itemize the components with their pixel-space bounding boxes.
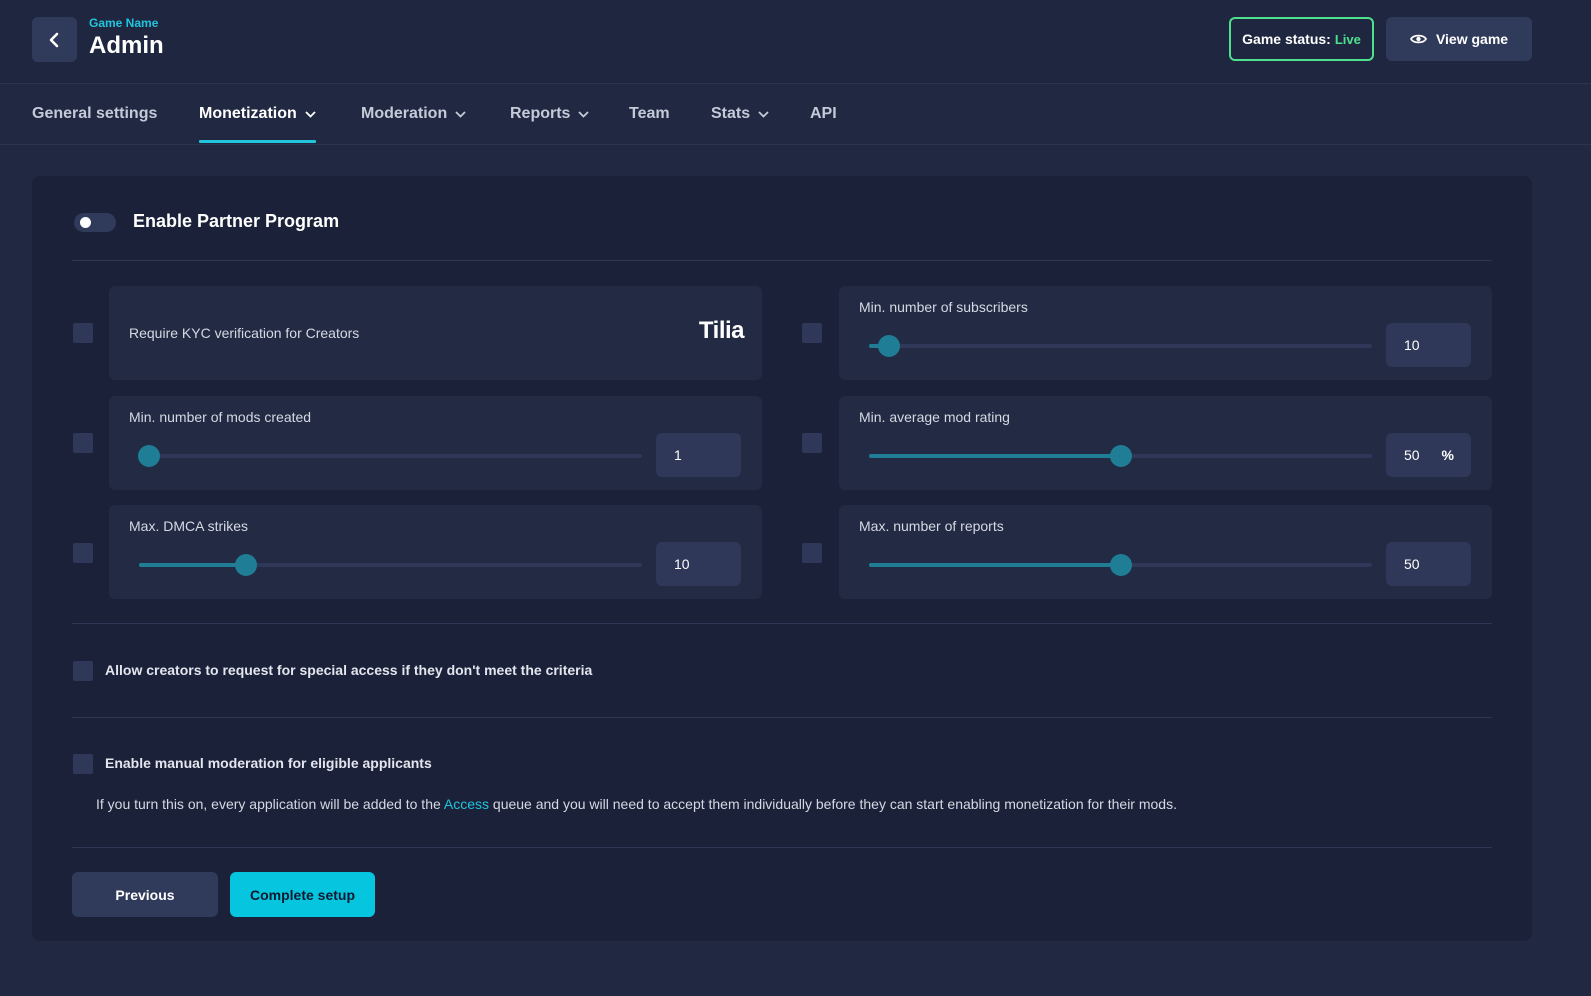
dmca-input[interactable]: 10 — [656, 542, 741, 586]
tab-label: API — [810, 105, 837, 122]
reports-label: Max. number of reports — [859, 518, 1004, 534]
mods-created-checkbox[interactable] — [73, 433, 93, 453]
subscribers-checkbox[interactable] — [802, 323, 822, 343]
page-title: Admin — [89, 32, 164, 59]
reports-panel: Max. number of reports 50 — [839, 505, 1492, 599]
reports-slider[interactable] — [869, 554, 1372, 576]
slider-thumb[interactable] — [1110, 554, 1132, 576]
tab-moderation[interactable]: Moderation — [361, 85, 466, 143]
mod-rating-slider[interactable] — [869, 445, 1372, 467]
reports-checkbox[interactable] — [802, 543, 822, 563]
previous-button[interactable]: Previous — [72, 872, 218, 917]
chevron-down-icon — [455, 110, 466, 118]
tab-general-settings[interactable]: General settings — [32, 85, 157, 143]
game-status-button[interactable]: Game status: Live — [1229, 17, 1374, 61]
mod-rating-label: Min. average mod rating — [859, 409, 1010, 425]
mods-created-label: Min. number of mods created — [129, 409, 312, 425]
tilia-logo: Tilia — [698, 317, 745, 344]
subscribers-slider[interactable] — [869, 335, 1372, 357]
subscribers-label: Min. number of subscribers — [859, 299, 1028, 315]
reports-input[interactable]: 50 — [1386, 542, 1471, 586]
slider-thumb[interactable] — [1110, 445, 1132, 467]
tab-team[interactable]: Team — [629, 85, 670, 143]
nav-tabs: General settings Monetization Moderation… — [0, 85, 1591, 145]
subscribers-value: 10 — [1404, 337, 1420, 353]
dmca-checkbox[interactable] — [73, 543, 93, 563]
kyc-panel: Require KYC verification for Creators Ti… — [109, 286, 762, 380]
mod-rating-input[interactable]: 50 % — [1386, 433, 1471, 477]
complete-setup-label: Complete setup — [249, 886, 355, 903]
tab-label: Monetization — [199, 105, 297, 122]
divider — [72, 717, 1492, 718]
tab-label: Stats — [711, 105, 751, 122]
percent-unit: % — [1441, 447, 1454, 463]
tab-label: General settings — [32, 105, 158, 122]
kyc-label: Require KYC verification for Creators — [129, 325, 360, 341]
slider-thumb[interactable] — [138, 445, 160, 467]
partner-program-toggle[interactable] — [74, 213, 116, 232]
dmca-slider[interactable] — [139, 554, 642, 576]
mod-rating-value: 50 — [1404, 447, 1420, 463]
mods-created-slider[interactable] — [138, 445, 642, 467]
help-text-after: queue and you will need to accept them i… — [489, 796, 1177, 812]
chevron-down-icon — [758, 110, 769, 118]
game-name: Game Name — [89, 16, 159, 30]
tab-reports[interactable]: Reports — [510, 85, 590, 143]
reports-value: 50 — [1404, 556, 1420, 572]
toggle-knob — [80, 217, 91, 228]
slider-fill — [869, 563, 1121, 567]
tab-label: Moderation — [361, 105, 448, 122]
subscribers-panel: Min. number of subscribers 10 — [839, 286, 1492, 380]
dmca-label: Max. DMCA strikes — [129, 518, 249, 534]
mod-rating-panel: Min. average mod rating 50 % — [839, 396, 1492, 490]
slider-fill — [869, 454, 1121, 458]
eye-icon — [1409, 34, 1427, 44]
tab-stats[interactable]: Stats — [711, 85, 769, 143]
divider — [72, 260, 1492, 261]
view-game-button[interactable]: View game — [1386, 17, 1532, 61]
mods-created-panel: Min. number of mods created 1 — [109, 396, 762, 490]
manual-moderation-help: If you turn this on, every application w… — [96, 796, 1177, 812]
divider — [72, 623, 1492, 624]
monetization-card: Enable Partner Program Require KYC verif… — [32, 176, 1532, 941]
game-status-value: Live — [1334, 31, 1361, 47]
mods-created-input[interactable]: 1 — [656, 433, 741, 477]
top-header: Game Name Admin Game status: Live View g… — [0, 0, 1591, 84]
special-access-checkbox[interactable] — [73, 661, 93, 681]
divider — [72, 847, 1492, 848]
special-access-label: Allow creators to request for special ac… — [105, 662, 593, 678]
tab-monetization[interactable]: Monetization — [199, 85, 316, 143]
help-text-before: If you turn this on, every application w… — [96, 796, 444, 812]
slider-thumb[interactable] — [235, 554, 257, 576]
mods-created-value: 1 — [674, 447, 682, 463]
complete-setup-button[interactable]: Complete setup — [230, 872, 375, 917]
partner-program-label: Enable Partner Program — [133, 211, 340, 231]
manual-moderation-label: Enable manual moderation for eligible ap… — [105, 755, 432, 771]
chevron-left-icon — [49, 32, 58, 47]
view-game-label: View game — [1435, 31, 1509, 47]
mod-rating-checkbox[interactable] — [802, 433, 822, 453]
game-status-label: Game status: — [1242, 31, 1331, 47]
slider-thumb[interactable] — [878, 335, 900, 357]
tab-api[interactable]: API — [810, 85, 837, 143]
slider-fill — [139, 563, 246, 567]
back-button[interactable] — [32, 17, 77, 62]
access-link[interactable]: Access — [444, 796, 489, 812]
chevron-down-icon — [305, 110, 316, 118]
previous-label: Previous — [115, 886, 175, 903]
manual-moderation-checkbox[interactable] — [73, 754, 93, 774]
subscribers-input[interactable]: 10 — [1386, 323, 1471, 367]
kyc-checkbox[interactable] — [73, 323, 93, 343]
tab-label: Reports — [510, 105, 571, 122]
tab-label: Team — [629, 105, 670, 122]
dmca-value: 10 — [674, 556, 690, 572]
chevron-down-icon — [578, 110, 590, 118]
dmca-panel: Max. DMCA strikes 10 — [109, 505, 762, 599]
